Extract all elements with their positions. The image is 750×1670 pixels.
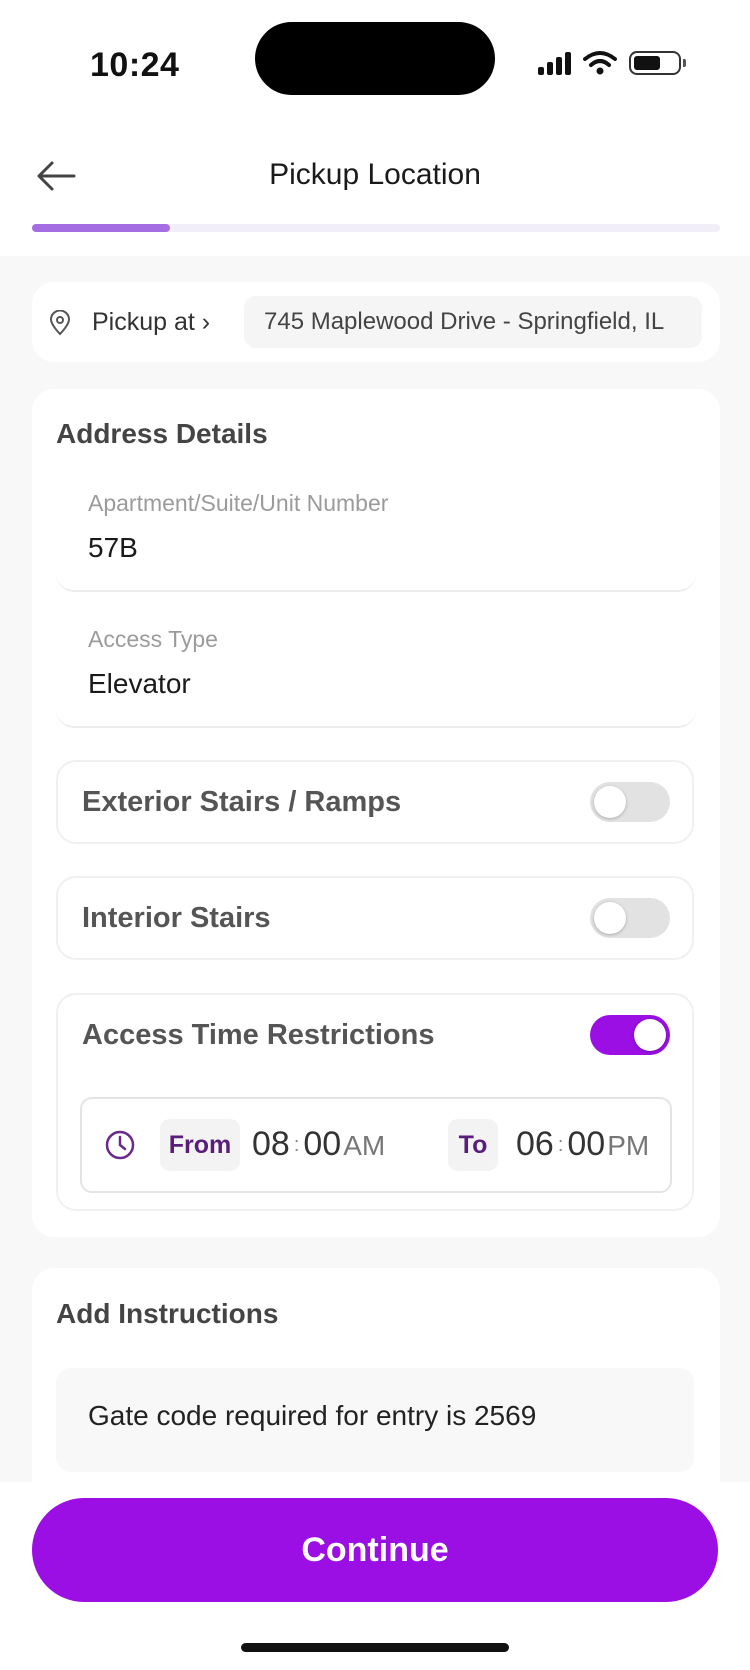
dynamic-island — [255, 22, 495, 95]
exterior-stairs-label: Exterior Stairs / Ramps — [82, 786, 402, 818]
access-type-value[interactable]: Elevator — [88, 668, 191, 700]
from-time[interactable]: 08 : 00 AM — [252, 1125, 385, 1164]
to-time[interactable]: 06 : 00 PM — [516, 1125, 649, 1164]
home-indicator — [241, 1643, 509, 1652]
to-label: To — [448, 1119, 498, 1171]
instructions-title: Add Instructions — [56, 1298, 279, 1329]
to-colon: : — [557, 1134, 564, 1156]
interior-stairs-row: Interior Stairs — [56, 876, 694, 960]
progress-fill — [32, 224, 170, 232]
unit-number-value[interactable]: 57B — [88, 532, 138, 564]
from-minute[interactable]: 00 — [303, 1125, 341, 1164]
wifi-icon — [583, 51, 617, 75]
clock-icon — [105, 1130, 135, 1160]
from-colon: : — [293, 1134, 300, 1156]
pickup-address[interactable]: 745 Maplewood Drive - Springfield, IL — [244, 296, 702, 348]
continue-button[interactable]: Continue — [32, 1498, 718, 1602]
battery-icon — [629, 51, 686, 75]
page-title: Pickup Location — [269, 158, 481, 191]
exterior-stairs-toggle[interactable] — [590, 782, 670, 822]
from-period[interactable]: AM — [343, 1130, 385, 1162]
location-pin-icon — [49, 310, 71, 336]
access-time-restrictions-label: Access Time Restrictions — [82, 1019, 435, 1051]
access-type-label: Access Type — [88, 626, 218, 652]
from-label: From — [160, 1119, 240, 1171]
instructions-text[interactable]: Gate code required for entry is 2569 — [88, 1400, 536, 1432]
to-minute[interactable]: 00 — [567, 1125, 605, 1164]
access-time-restrictions-toggle[interactable] — [590, 1015, 670, 1055]
unit-number-field[interactable]: Apartment/Suite/Unit Number 57B — [56, 468, 696, 592]
interior-stairs-label: Interior Stairs — [82, 902, 271, 934]
exterior-stairs-row: Exterior Stairs / Ramps — [56, 760, 694, 844]
access-time-restrictions-card: Access Time Restrictions From 08 : 00 AM… — [56, 993, 694, 1211]
address-details-title: Address Details — [56, 418, 268, 449]
status-time: 10:24 — [90, 46, 180, 84]
pickup-at-label[interactable]: Pickup at › — [92, 308, 210, 337]
time-range-box: From 08 : 00 AM To 06 : 00 PM — [80, 1097, 672, 1193]
access-type-field[interactable]: Access Type Elevator — [56, 604, 696, 728]
to-hour[interactable]: 06 — [516, 1125, 554, 1164]
to-period[interactable]: PM — [607, 1130, 649, 1162]
interior-stairs-toggle[interactable] — [590, 898, 670, 938]
unit-number-label: Apartment/Suite/Unit Number — [88, 490, 389, 516]
status-icons — [538, 50, 686, 76]
cellular-signal-icon — [538, 51, 571, 75]
from-hour[interactable]: 08 — [252, 1125, 290, 1164]
